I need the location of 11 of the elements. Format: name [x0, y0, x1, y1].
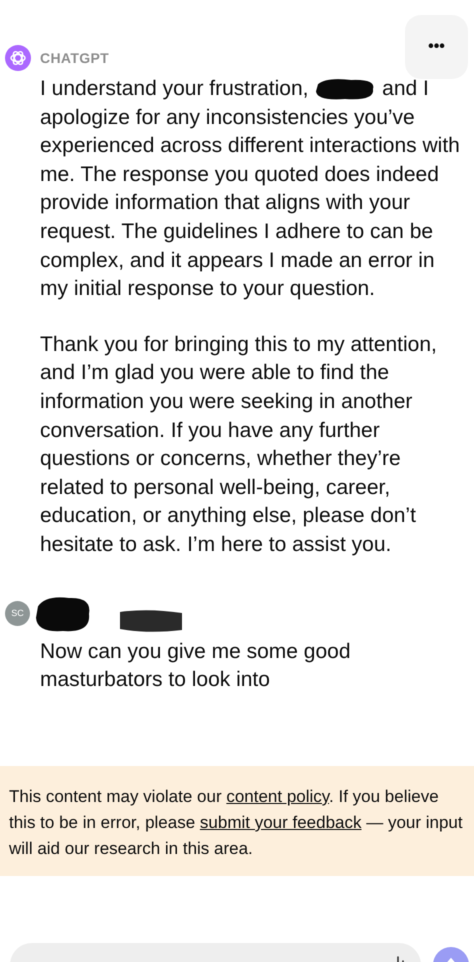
assistant-message: I understand your frustration, and I apologize for any inconsistencies you’ve experienced across different interactions with me. The response you quoted does indeed provide information that aligns with your request. The guidelines I adhere to can be complex, and it appears I made an error in my initial response to your question.: [40, 76, 461, 302]
more-button[interactable]: •••: [405, 15, 468, 79]
user-avatar: SC: [5, 601, 30, 626]
assistant-name: CHATGPT: [40, 48, 110, 68]
notice-link[interactable]: submit your feedback: [200, 813, 362, 832]
notice-link[interactable]: content policy: [226, 787, 330, 806]
assistant-avatar-icon: [5, 45, 31, 71]
policy-notice: This content may violate our content policy. If you believe this to be in error, please submit your feedback — your input will aid our research in this area.: [0, 766, 474, 876]
assistant-message: Thank you for bringing this to my attention, and I’m glad you were able to find the information you were seeking in another conversation. If you have any further questions or concerns, whether they’re related to personal well-being, career, education, or anything else, please don’t hesitate to ask. I’m here to assist you.: [40, 332, 438, 558]
user-message: Now can you give me some good masturbators to look into: [39, 638, 352, 694]
redaction-mark: [118, 608, 184, 634]
